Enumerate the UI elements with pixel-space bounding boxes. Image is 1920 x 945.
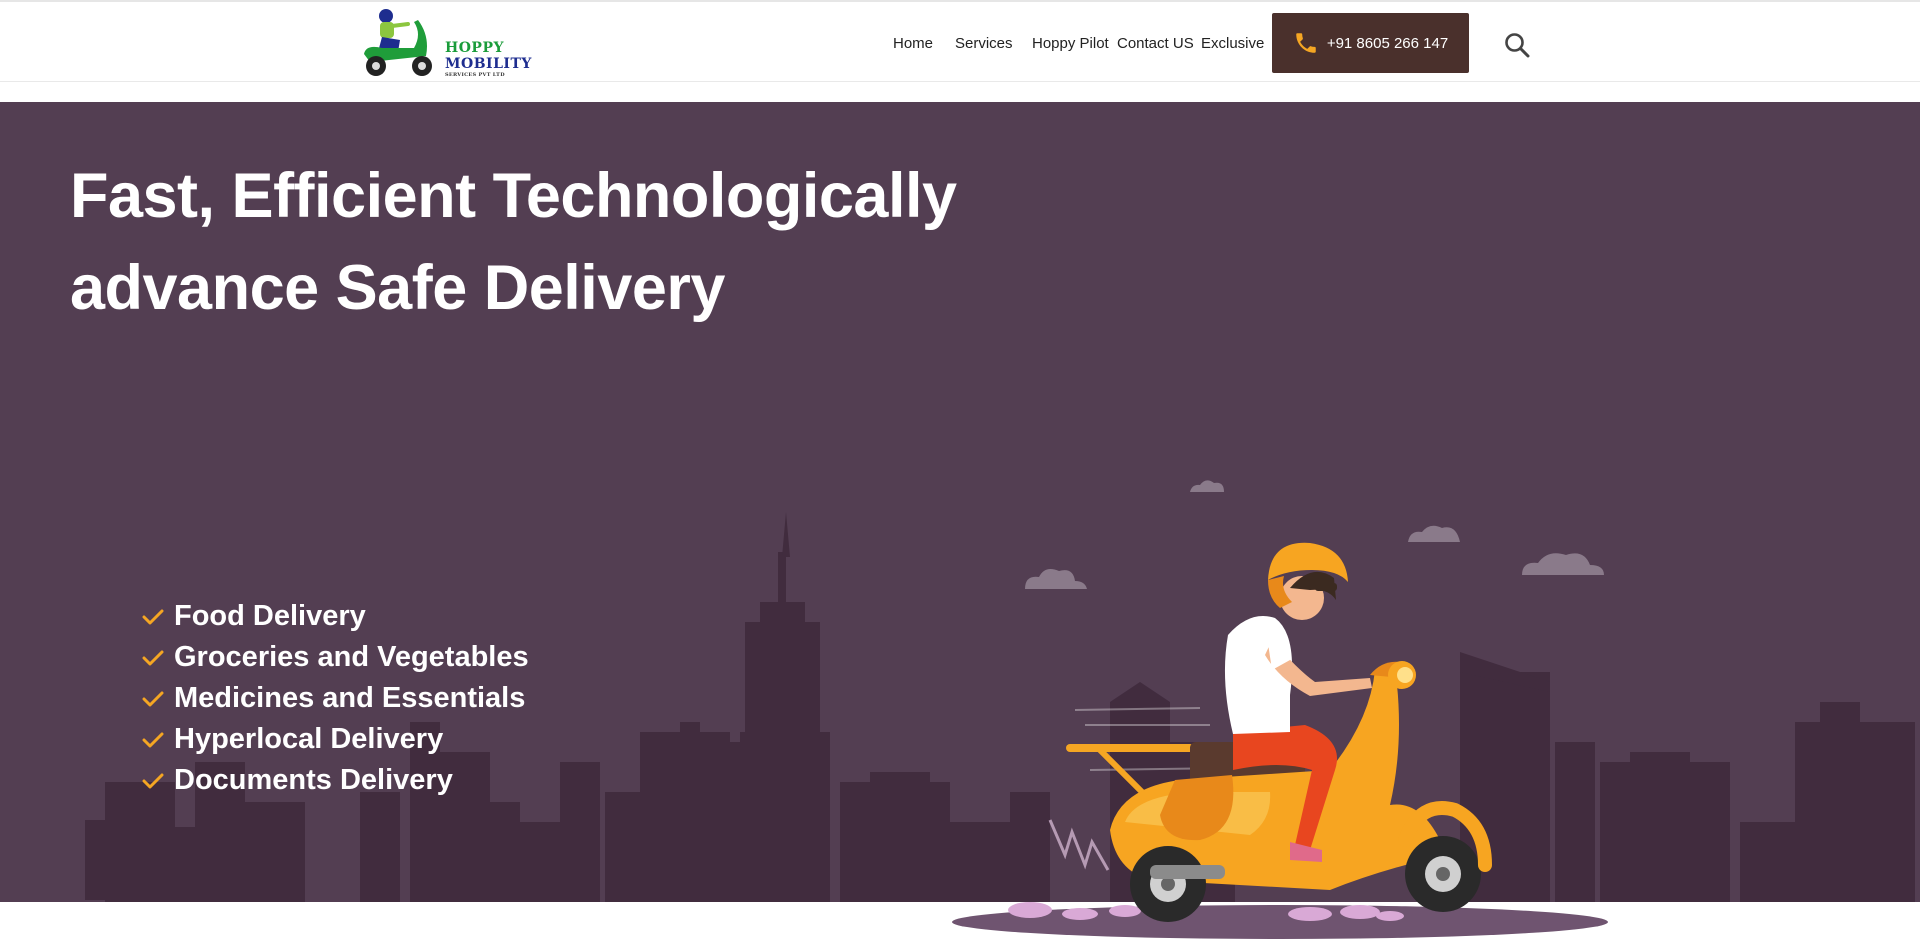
logo-scooter-icon — [364, 9, 432, 76]
logo-wordmark: HOPPY MOBILITY SERVICES PVT LTD — [445, 41, 532, 78]
check-icon — [142, 691, 164, 706]
phone-call-button[interactable]: +91 8605 266 147 — [1272, 13, 1469, 73]
hero-headline-line2: advance Safe Delivery — [70, 253, 725, 323]
list-item: Documents Delivery — [142, 760, 529, 801]
search-icon[interactable] — [1504, 32, 1530, 58]
logo-tagline: SERVICES PVT LTD — [445, 72, 505, 78]
service-feature-list: Food Delivery Groceries and Vegetables M… — [142, 596, 529, 801]
phone-icon — [1296, 33, 1316, 53]
list-item: Medicines and Essentials — [142, 678, 529, 719]
feature-label: Groceries and Vegetables — [174, 641, 529, 673]
list-item: Groceries and Vegetables — [142, 637, 529, 678]
nav-hoppy-pilot[interactable]: Hoppy Pilot — [1032, 35, 1109, 52]
check-icon — [142, 773, 164, 788]
nav-services[interactable]: Services — [955, 35, 1013, 52]
nav-home[interactable]: Home — [893, 35, 933, 52]
list-item: Food Delivery — [142, 596, 529, 637]
hero-headline-line1: Fast, Efficient Technologically — [70, 161, 957, 231]
check-icon — [142, 732, 164, 747]
check-icon — [142, 609, 164, 624]
logo-word-mobility: MOBILITY — [445, 56, 532, 72]
check-icon — [142, 650, 164, 665]
feature-label: Medicines and Essentials — [174, 682, 526, 714]
feature-label: Hyperlocal Delivery — [174, 723, 444, 755]
list-item: Hyperlocal Delivery — [142, 719, 529, 760]
site-header: HOPPY MOBILITY SERVICES PVT LTD Home Ser… — [0, 2, 1920, 82]
header-divider — [0, 81, 1920, 82]
delivery-scooter-illustration — [952, 542, 1608, 939]
phone-number: +91 8605 266 147 — [1326, 34, 1449, 52]
nav-exclusive[interactable]: Exclusive — [1201, 35, 1264, 52]
feature-label: Food Delivery — [174, 600, 366, 632]
logo-word-hoppy: HOPPY — [445, 40, 504, 56]
feature-label: Documents Delivery — [174, 764, 453, 796]
nav-contact-us[interactable]: Contact US — [1117, 35, 1194, 52]
hero-headline: Fast, Efficient Technologically advance … — [70, 150, 957, 334]
